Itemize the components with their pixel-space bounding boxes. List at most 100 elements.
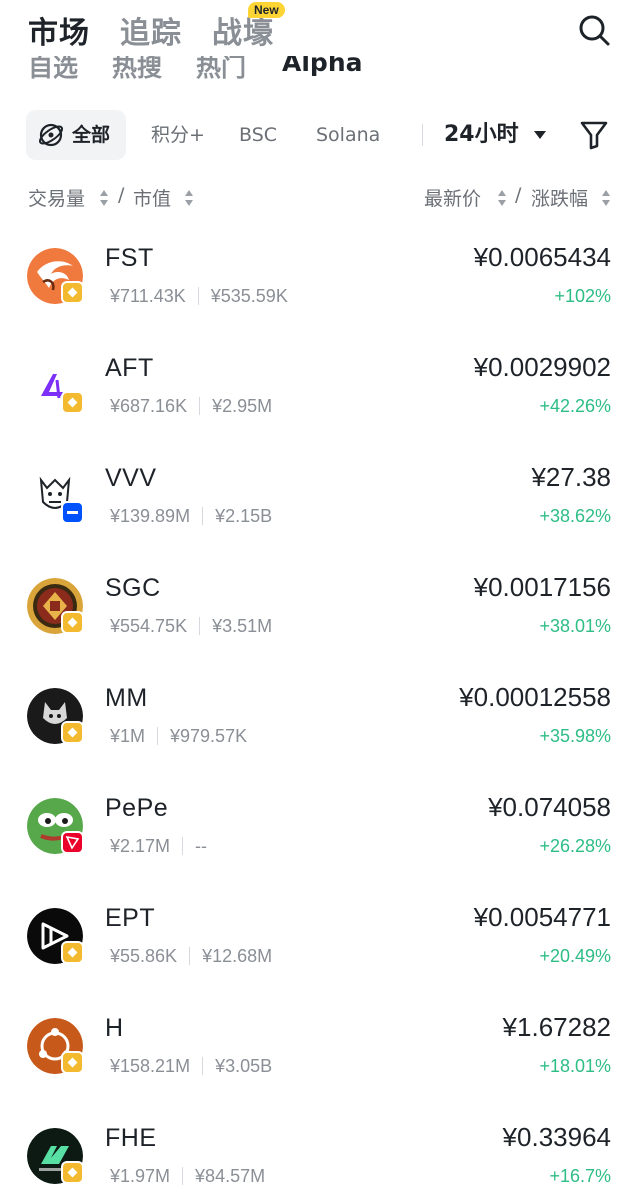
tab-market[interactable]: 市场 — [28, 8, 90, 52]
col-sep-left: / — [118, 184, 125, 206]
token-volume: ¥55.86K — [110, 946, 178, 966]
col-price[interactable]: 最新价 — [424, 184, 481, 211]
token-row[interactable]: EPT ¥55.86K ¥12.68M ¥0.0054771 +20.49% — [0, 888, 638, 998]
top-nav: 市场 追踪 战壕 New — [0, 0, 638, 62]
meta-divider — [157, 727, 159, 745]
column-header: 交易量 / 市值 最新价 / 涨跌幅 — [0, 184, 638, 212]
bnb-chain-icon — [61, 611, 84, 634]
token-price: ¥0.074058 — [488, 792, 611, 822]
filter-icon[interactable] — [580, 120, 608, 150]
token-price: ¥1.67282 — [502, 1012, 611, 1042]
meta-divider — [182, 837, 184, 855]
token-meta: ¥1M ¥979.57K — [110, 726, 247, 747]
subtab-popular[interactable]: 热门 — [196, 56, 246, 84]
token-change: +20.49% — [539, 946, 611, 966]
token-price: ¥0.0029902 — [473, 352, 611, 382]
sort-icon[interactable] — [184, 189, 194, 207]
token-price: ¥0.0017156 — [473, 572, 611, 602]
period-selector[interactable]: 24小时 — [444, 110, 519, 160]
subtab-trending-search[interactable]: 热搜 — [112, 56, 162, 84]
token-price: ¥27.38 — [531, 462, 611, 492]
token-change: +42.26% — [539, 396, 611, 416]
search-icon[interactable] — [576, 12, 612, 48]
token-mcap: ¥84.57M — [195, 1166, 266, 1186]
token-volume: ¥1.97M — [110, 1166, 171, 1186]
token-change: +38.01% — [539, 616, 611, 636]
subtab-watchlist[interactable]: 自选 — [28, 56, 78, 84]
token-change: +35.98% — [539, 726, 611, 746]
token-row[interactable]: VVV ¥139.89M ¥2.15B ¥27.38 +38.62% — [0, 448, 638, 558]
token-meta: ¥55.86K ¥12.68M — [110, 946, 272, 967]
token-change: +38.62% — [539, 506, 611, 526]
col-change[interactable]: 涨跌幅 — [531, 184, 588, 211]
token-row[interactable]: FHE ¥1.97M ¥84.57M ¥0.33964 +16.7% — [0, 1108, 638, 1199]
token-mcap: ¥535.59K — [210, 286, 288, 306]
col-sep-right: / — [515, 184, 522, 206]
meta-divider — [182, 1167, 184, 1185]
chip-all-label: 全部 — [72, 124, 111, 146]
col-mcap[interactable]: 市值 — [133, 184, 171, 211]
token-row[interactable]: FST ¥711.43K ¥535.59K ¥0.0065434 +102% — [0, 228, 638, 338]
token-row[interactable]: H ¥158.21M ¥3.05B ¥1.67282 +18.01% — [0, 998, 638, 1108]
token-price: ¥0.33964 — [502, 1122, 611, 1152]
token-mcap: ¥2.95M — [212, 396, 273, 416]
meta-divider — [202, 1057, 204, 1075]
sort-icon[interactable] — [601, 189, 611, 207]
token-mcap: ¥3.05B — [215, 1056, 273, 1076]
token-meta: ¥711.43K ¥535.59K — [110, 286, 288, 307]
bnb-chain-icon — [61, 391, 84, 414]
token-row[interactable]: SGC ¥554.75K ¥3.51M ¥0.0017156 +38.01% — [0, 558, 638, 668]
sub-tabs: 自选 热搜 热门 Alpha — [0, 56, 638, 92]
bnb-chain-icon — [61, 281, 84, 304]
token-symbol: FHE — [105, 1124, 157, 1152]
chip-points[interactable]: 积分+ — [151, 110, 205, 160]
token-change: +26.28% — [539, 836, 611, 856]
sort-icon[interactable] — [99, 189, 109, 207]
token-symbol: EPT — [105, 904, 156, 932]
token-row[interactable]: PePe ¥2.17M -- ¥0.074058 +26.28% — [0, 778, 638, 888]
token-symbol: H — [105, 1014, 124, 1042]
sort-icon[interactable] — [497, 189, 507, 207]
token-price: ¥0.0065434 — [473, 242, 611, 272]
token-volume: ¥139.89M — [110, 506, 191, 526]
col-volume[interactable]: 交易量 — [28, 184, 85, 211]
subtab-alpha[interactable]: Alpha — [282, 56, 362, 77]
token-change: +16.7% — [549, 1166, 611, 1186]
token-symbol: AFT — [105, 354, 154, 382]
bottom-edge — [0, 1190, 638, 1199]
tab-tracking[interactable]: 追踪 — [120, 8, 182, 52]
token-mcap: ¥3.51M — [212, 616, 273, 636]
token-mcap: -- — [195, 836, 208, 856]
meta-divider — [199, 617, 201, 635]
token-meta: ¥1.97M ¥84.57M — [110, 1166, 265, 1187]
meta-divider — [199, 397, 201, 415]
meta-divider — [189, 947, 191, 965]
token-symbol: PePe — [105, 794, 169, 822]
meta-divider — [197, 287, 199, 305]
bnb-chain-icon — [61, 721, 84, 744]
bnb-chain-icon — [61, 941, 84, 964]
caret-down-icon[interactable] — [533, 130, 547, 140]
token-row[interactable]: AFT ¥687.16K ¥2.95M ¥0.0029902 +42.26% — [0, 338, 638, 448]
token-volume: ¥554.75K — [110, 616, 188, 636]
token-volume: ¥158.21M — [110, 1056, 191, 1076]
token-price: ¥0.0054771 — [473, 902, 611, 932]
token-change: +18.01% — [539, 1056, 611, 1076]
bnb-chain-icon — [61, 1161, 84, 1184]
token-meta: ¥687.16K ¥2.95M — [110, 396, 272, 417]
token-row[interactable]: MM ¥1M ¥979.57K ¥0.00012558 +35.98% — [0, 668, 638, 778]
chip-solana[interactable]: Solana — [316, 110, 380, 160]
token-symbol: VVV — [105, 464, 157, 492]
token-symbol: FST — [105, 244, 154, 272]
tron-chain-icon — [61, 831, 84, 854]
chip-bsc[interactable]: BSC — [239, 110, 277, 160]
token-mcap: ¥2.15B — [215, 506, 273, 526]
token-mcap: ¥979.57K — [170, 726, 248, 746]
chip-divider — [422, 124, 423, 146]
token-volume: ¥711.43K — [110, 286, 186, 306]
token-meta: ¥158.21M ¥3.05B — [110, 1056, 272, 1077]
token-volume: ¥1M — [110, 726, 146, 746]
chip-all[interactable]: 全部 — [26, 110, 126, 160]
token-volume: ¥2.17M — [110, 836, 171, 856]
token-symbol: SGC — [105, 574, 161, 602]
